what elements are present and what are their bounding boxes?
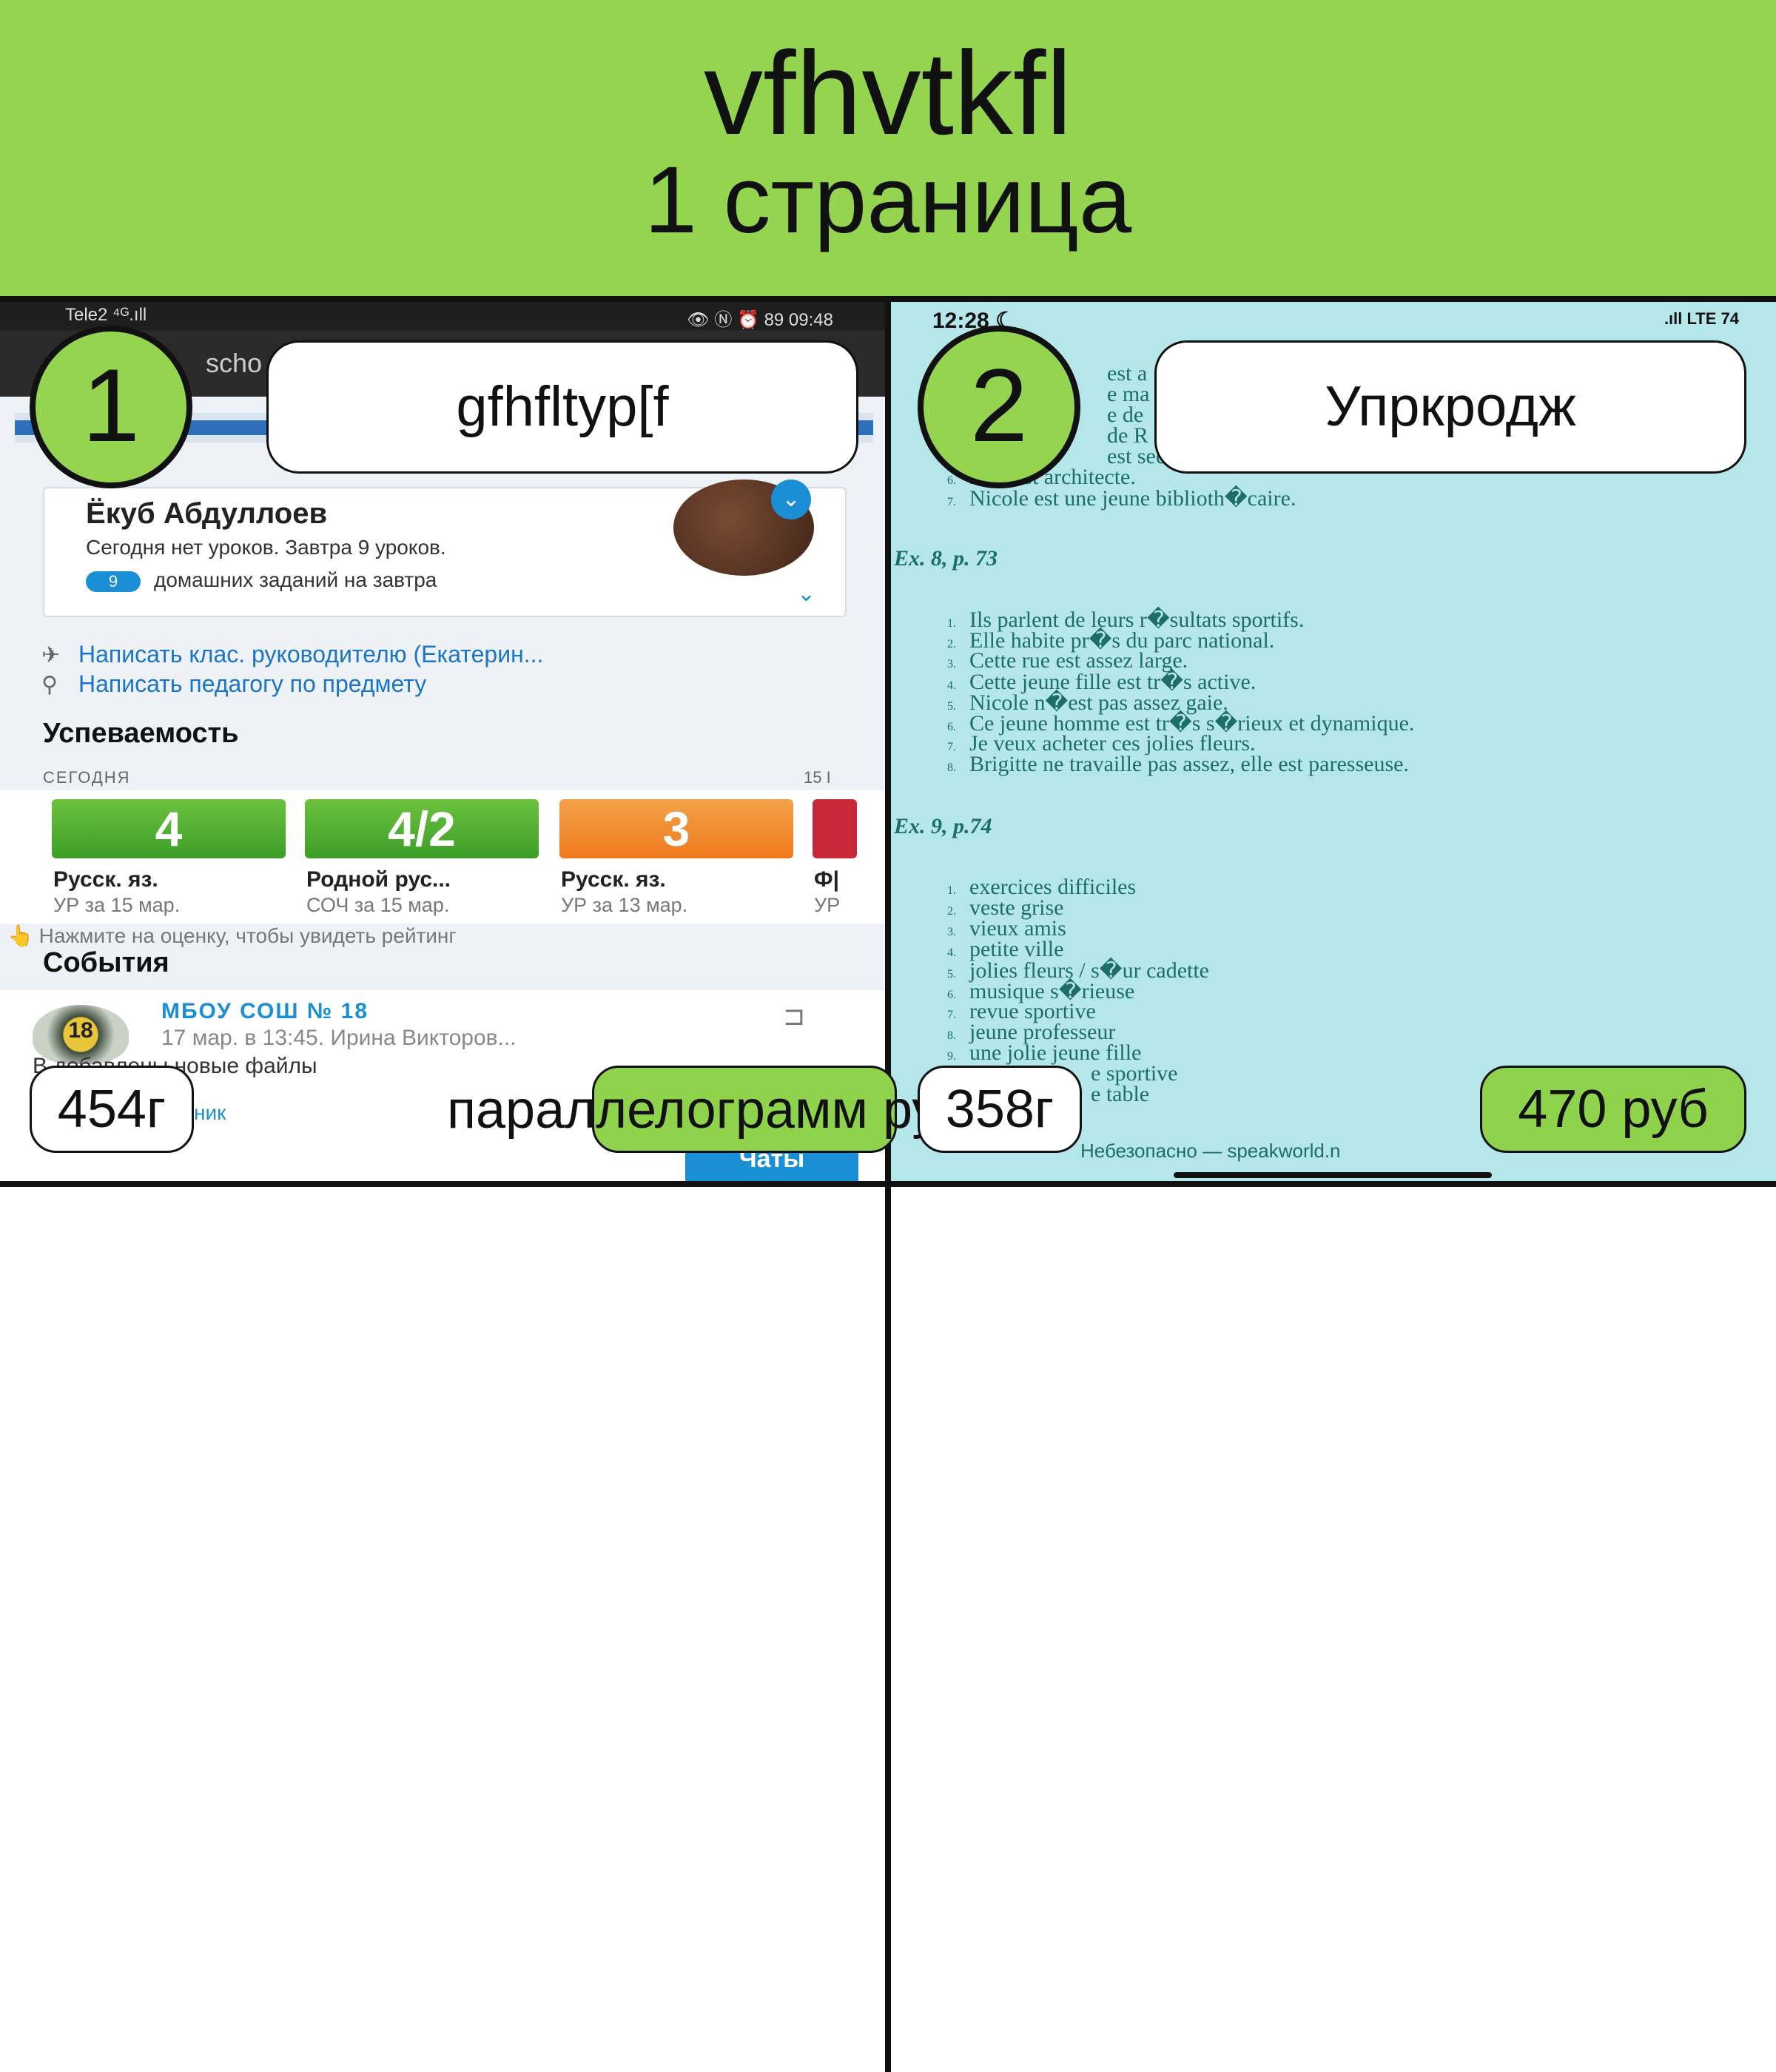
message-teacher-label: Написать педагогу по предмету (78, 670, 427, 697)
panel-label: Упркродж (1154, 340, 1746, 474)
grade-tile[interactable] (813, 799, 857, 858)
chevron-down-icon[interactable]: ⌄ (771, 480, 811, 519)
homework-row[interactable]: 9 домашних заданий на завтра (86, 568, 437, 592)
panel-number-badge: 2 (918, 326, 1080, 488)
panel-number-badge: 1 (30, 326, 192, 488)
page-subtitle: 1 страница (644, 147, 1132, 253)
price-button[interactable]: 470 руб (1480, 1066, 1746, 1153)
grade-detail: СОЧ за 15 мар. (306, 894, 450, 916)
weight-tag: 454г (30, 1066, 194, 1153)
grade-subject: Русск. яз. (53, 867, 158, 892)
status-bar: Tele2 ⁴ᴳ.ıll 👁 Ⓝ ⏰ 89 09:48 (0, 302, 885, 330)
status-icons: 👁 Ⓝ ⏰ 89 09:48 (687, 310, 833, 330)
send-icon: ✈ (41, 643, 61, 667)
message-class-teacher-link[interactable]: ✈ Написать клас. руководителю (Екатерин..… (41, 641, 543, 668)
grade-tile[interactable]: 4/2 (305, 799, 539, 858)
overlay-caption: параллелограмм руб (447, 1080, 970, 1140)
event-organization: МБОУ СОШ № 18 (161, 999, 369, 1023)
grades-row: 4 4/2 3 Русск. яз. Родной рус... Русск. … (0, 790, 885, 924)
message-teacher-link[interactable]: ⚲ Написать педагогу по предмету (41, 670, 426, 698)
grade-tile[interactable]: 3 (559, 799, 793, 858)
rating-hint: 👆 Нажмите на оценку, чтобы увидеть рейти… (7, 924, 457, 947)
grade-subject: Русск. яз. (561, 867, 666, 892)
bookmark-icon[interactable]: ⊐ (783, 1000, 805, 1032)
doc-line: 8. Brigitte ne travaille pas assez, elle … (947, 752, 1409, 776)
grade-detail: УР (814, 894, 841, 916)
message-class-teacher-label: Написать клас. руководителю (Екатерин... (78, 641, 544, 667)
panel-label: gfhfltyp[f (266, 340, 858, 474)
app-title: scho (206, 348, 263, 378)
grade-detail: УР за 15 мар. (53, 894, 181, 916)
today-label: СЕГОДНЯ (43, 768, 131, 787)
page-header: vfhvtkfl 1 страница (0, 0, 1776, 296)
home-indicator[interactable] (1174, 1172, 1492, 1178)
profile-name: Ёкуб Абдуллоев (86, 497, 328, 530)
url-text: Небезопасно — speakworld.n (1080, 1140, 1341, 1162)
grades-section-title: Успеваемость (43, 718, 239, 749)
doc-line: 7. Nicole est une jeune biblioth�caire. (947, 486, 1296, 511)
grade-subject: Родной рус... (306, 867, 451, 892)
grid-line-vertical (885, 296, 891, 2072)
chevron-down-icon[interactable]: ⌄ (797, 581, 815, 607)
profile-schedule: Сегодня нет уроков. Завтра 9 уроков. (86, 536, 446, 559)
grade-subject: Ф| (814, 867, 839, 892)
status-icons: .ıll LTE 74 (1664, 309, 1739, 328)
grade-tile[interactable]: 4 (52, 799, 286, 858)
exercise-heading: Ex. 9, p.74 (894, 814, 992, 838)
page-title: vfhvtkfl (704, 27, 1072, 159)
event-meta: 17 мар. в 13:45. Ирина Викторов... (161, 1026, 517, 1050)
teacher-icon: ⚲ (41, 673, 58, 697)
exercise-heading: Ex. 8, p. 73 (894, 546, 998, 571)
event-more-link[interactable]: ник (194, 1101, 226, 1125)
carrier-label: Tele2 ⁴ᴳ.ıll (65, 305, 147, 325)
grade-detail: УР за 13 мар. (561, 894, 688, 916)
date-label: 15 I (804, 768, 831, 787)
events-section-title: События (43, 947, 169, 978)
weight-tag: 358г (918, 1066, 1082, 1153)
homework-text: домашних заданий на завтра (154, 568, 437, 591)
homework-count-badge: 9 (86, 571, 141, 592)
